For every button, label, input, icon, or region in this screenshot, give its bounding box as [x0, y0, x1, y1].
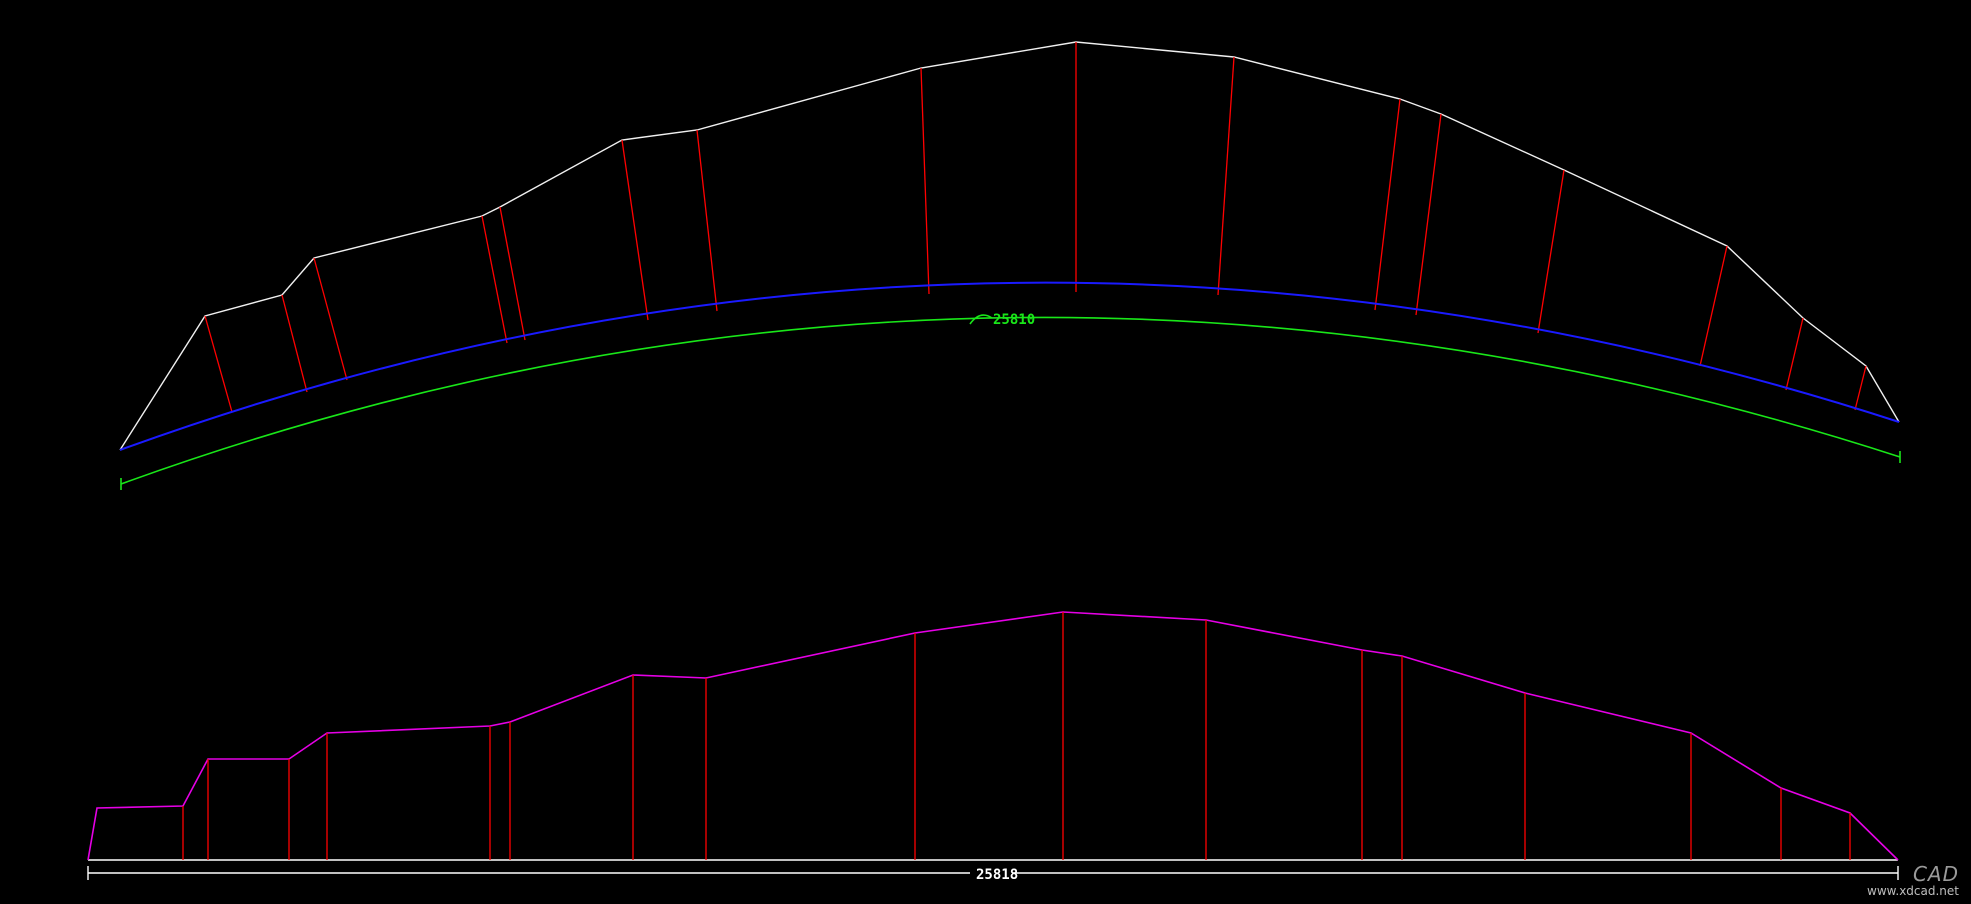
arc-length-label: 25810	[993, 312, 1035, 328]
length-dimension-label: 25818	[976, 867, 1018, 883]
top-radial-tick	[1854, 365, 1867, 411]
watermark-brand: CAD	[1912, 862, 1959, 887]
top-radial-tick	[313, 257, 348, 381]
top-radial-tick	[281, 294, 308, 393]
top-radial-tick	[1537, 169, 1565, 334]
top-radial-tick	[1217, 56, 1235, 296]
top-radial-tick	[499, 206, 526, 341]
top-radial-tick	[1415, 113, 1442, 316]
arc-length-symbol	[969, 314, 993, 325]
blue-base-arc	[119, 281, 1900, 451]
magenta-profile-polyline	[87, 611, 1899, 861]
bottom-unfolded-profile: 25818	[87, 611, 1899, 883]
top-radial-tick	[1785, 317, 1804, 391]
top-radial-tick	[920, 67, 930, 295]
top-radial-ticks	[204, 42, 1867, 413]
green-dimension-arc	[120, 316, 1901, 485]
cad-drawing-canvas: 25810 25818	[87, 41, 1901, 883]
watermark: CAD www.xdcad.net	[1867, 864, 1959, 898]
top-radial-tick	[1699, 245, 1728, 367]
top-radial-tick	[1374, 98, 1401, 311]
watermark-url: www.xdcad.net	[1867, 884, 1959, 899]
top-plan-view: 25810	[119, 41, 1901, 490]
top-radial-tick	[481, 215, 508, 344]
top-radial-tick	[696, 129, 718, 312]
top-radial-tick	[204, 315, 233, 413]
top-radial-tick	[621, 139, 649, 321]
bottom-vertical-ticks	[182, 612, 1851, 860]
top-outline-polyline	[119, 41, 1900, 451]
